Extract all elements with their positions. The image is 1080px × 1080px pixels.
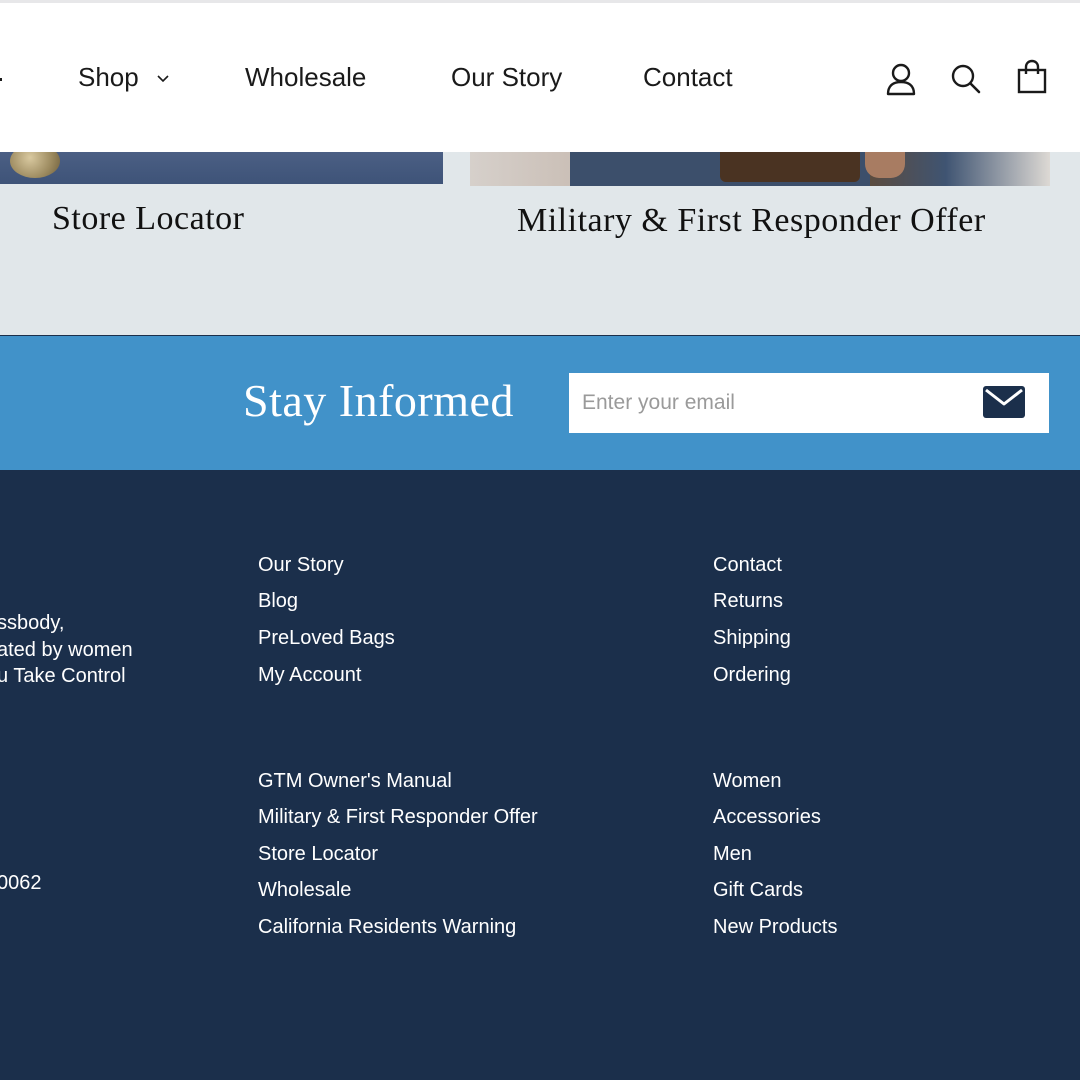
store-locator-image[interactable] [0, 152, 443, 184]
hand-graphic [865, 152, 905, 178]
concho-stud-graphic [10, 152, 60, 178]
footer-link-gift-cards[interactable]: Gift Cards [713, 877, 803, 903]
footer-link-contact[interactable]: Contact [713, 552, 782, 578]
site-footer: ssbody, ated by women u Take Control 006… [0, 470, 1080, 1080]
store-locator-title[interactable]: Store Locator [52, 200, 245, 238]
feature-cards: Store Locator Military & First Responder… [0, 152, 1080, 335]
nav-contact[interactable]: Contact [643, 60, 733, 94]
envelope-icon[interactable] [982, 384, 1026, 420]
phone-number-partial: 0062 [0, 872, 42, 894]
footer-link-owners-manual[interactable]: GTM Owner's Manual [258, 768, 452, 794]
nav-shop[interactable]: Shop [78, 60, 169, 94]
military-offer-title[interactable]: Military & First Responder Offer [517, 202, 986, 240]
footer-link-women[interactable]: Women [713, 768, 782, 794]
footer-link-my-account[interactable]: My Account [258, 662, 361, 688]
footer-link-new-products[interactable]: New Products [713, 914, 838, 940]
footer-link-preloved-bags[interactable]: PreLoved Bags [258, 625, 395, 651]
footer-link-blog[interactable]: Blog [258, 588, 298, 614]
footer-link-shipping[interactable]: Shipping [713, 625, 791, 651]
search-icon[interactable] [950, 63, 982, 97]
about-text-line-2: ated by women [0, 639, 133, 661]
about-text-line-1: ssbody, [0, 612, 65, 634]
chevron-down-icon [157, 75, 169, 83]
footer-link-wholesale[interactable]: Wholesale [258, 877, 351, 903]
newsletter-title: Stay Informed [243, 375, 514, 426]
footer-link-men[interactable]: Men [713, 841, 752, 867]
user-icon[interactable] [885, 63, 917, 97]
email-field[interactable] [569, 373, 1049, 433]
nav-our-story[interactable]: Our Story [451, 60, 562, 94]
footer-link-returns[interactable]: Returns [713, 588, 783, 614]
footer-link-ordering[interactable]: Ordering [713, 662, 791, 688]
footer-link-our-story[interactable]: Our Story [258, 552, 344, 578]
military-offer-image[interactable] [470, 152, 1050, 186]
footer-link-store-locator[interactable]: Store Locator [258, 841, 378, 867]
newsletter-section: Stay Informed [0, 336, 1080, 470]
nav-shop-label: Shop [78, 62, 139, 92]
footer-link-military-offer[interactable]: Military & First Responder Offer [258, 804, 538, 830]
cart-icon[interactable] [1016, 59, 1048, 95]
footer-link-accessories[interactable]: Accessories [713, 804, 821, 830]
footer-link-california-warning[interactable]: California Residents Warning [258, 914, 516, 940]
site-header: Shop Wholesale Our Story Contact [0, 3, 1080, 152]
about-text-line-3: u Take Control [0, 665, 126, 687]
nav-overflow-marker [0, 78, 2, 81]
bag-graphic [720, 152, 860, 182]
nav-wholesale[interactable]: Wholesale [245, 60, 366, 94]
